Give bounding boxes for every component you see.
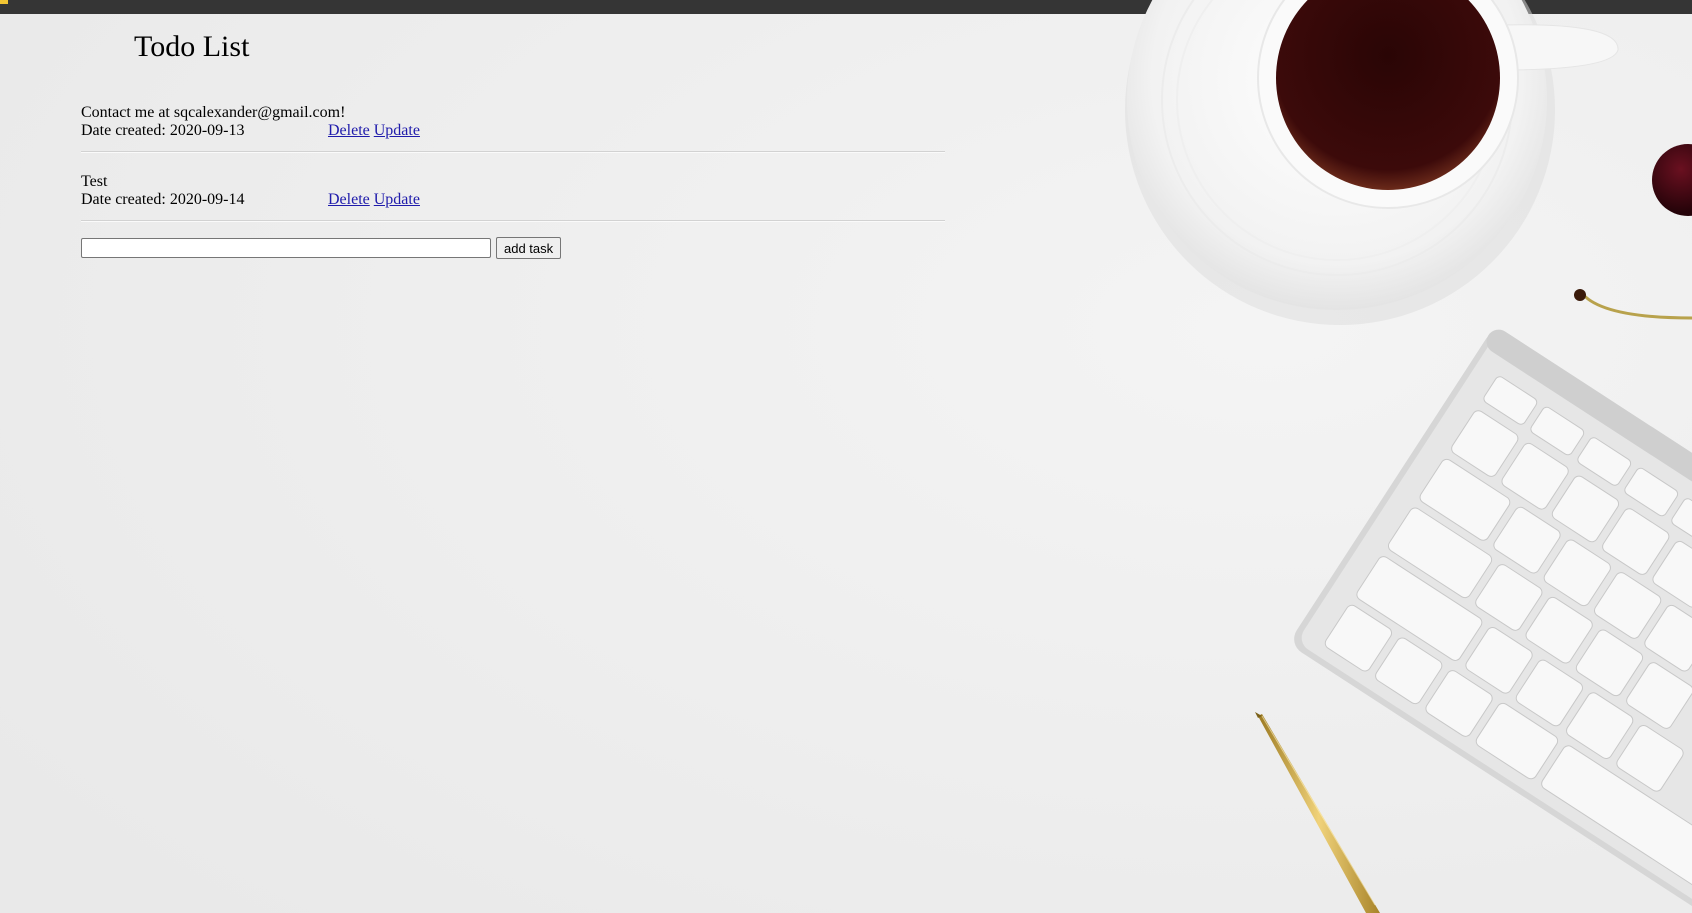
- delete-link[interactable]: Delete: [328, 122, 370, 139]
- delete-link[interactable]: Delete: [328, 191, 370, 208]
- task-input[interactable]: [81, 238, 491, 258]
- add-task-form: add task: [81, 237, 947, 259]
- task-meta: Date created: 2020-09-13 Delete Update: [81, 122, 947, 140]
- task-item: Test Date created: 2020-09-14 Delete Upd…: [81, 173, 947, 222]
- page-title: Todo List: [134, 30, 250, 63]
- task-actions: Delete Update: [328, 191, 420, 209]
- task-item: Contact me at sqcalexander@gmail.com! Da…: [81, 104, 947, 153]
- task-divider: [81, 220, 945, 222]
- add-task-button[interactable]: add task: [496, 237, 562, 259]
- todo-app: Todo List Contact me at sqcalexander@gma…: [81, 14, 947, 259]
- task-content: Test: [81, 173, 108, 190]
- task-date: Date created: 2020-09-14: [81, 191, 245, 208]
- task-date: Date created: 2020-09-13: [81, 122, 245, 139]
- task-divider: [81, 151, 945, 153]
- task-content: Contact me at sqcalexander@gmail.com!: [81, 104, 346, 121]
- update-link[interactable]: Update: [374, 191, 420, 208]
- task-list: Contact me at sqcalexander@gmail.com! Da…: [81, 104, 947, 222]
- update-link[interactable]: Update: [374, 122, 420, 139]
- task-actions: Delete Update: [328, 122, 420, 140]
- task-meta: Date created: 2020-09-14 Delete Update: [81, 191, 947, 209]
